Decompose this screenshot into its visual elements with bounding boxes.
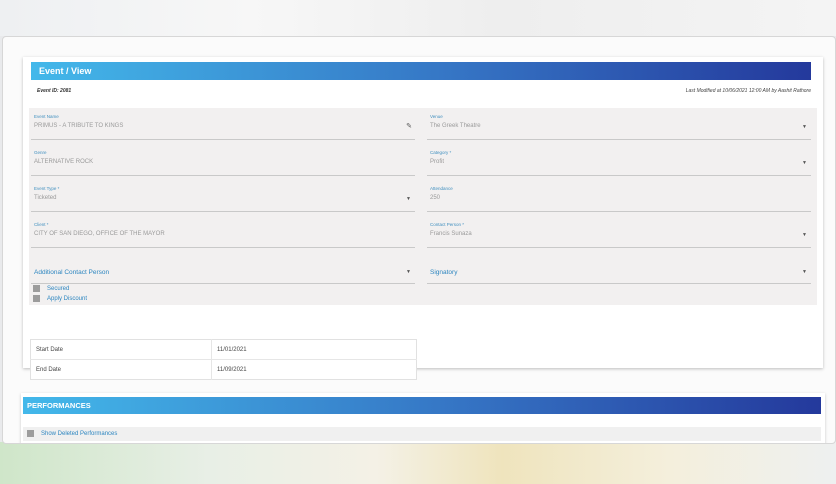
event-card: Event / View Event ID: 2081 Last Modifie… [23,57,823,380]
table-row: End Date 11/09/2021 [31,359,417,380]
end-date-label: End Date [36,366,62,373]
chevron-down-icon: ▼ [802,160,807,166]
performances-card: PERFORMANCES Show Deleted Performances [21,393,825,443]
event-type-value: Ticketed [34,195,57,201]
dates-table: Start Date 11/01/2021 End Date 11/09/202… [30,339,417,380]
table-row: Start Date 11/01/2021 [30,339,417,360]
category-label: Category * [430,150,452,155]
genre-value: ALTERNATIVE ROCK [34,159,94,165]
show-deleted-checkbox[interactable]: Show Deleted Performances [27,430,117,437]
apply-discount-checkbox[interactable]: Apply Discount [33,295,87,302]
checkbox-icon[interactable] [33,295,40,302]
category-select[interactable]: Category * Profit ▼ [427,148,811,176]
secured-checkbox[interactable]: Secured [33,285,69,292]
chevron-down-icon: ▼ [802,232,807,238]
event-section-header: Event / View [31,62,811,80]
show-deleted-row: Show Deleted Performances [23,427,821,441]
category-value: Profit [430,159,445,165]
chevron-down-icon: ▼ [802,124,807,130]
event-name-value: PRIMUS - A TRIBUTE TO KINGS [34,123,124,129]
end-date-value: 11/09/2021 [211,359,417,380]
background-top [0,0,836,36]
additional-contact-select[interactable]: Additional Contact Person ▼ [31,256,415,284]
last-modified: Last Modified at 10/06/2021 12:00 AM by … [685,88,811,94]
event-name-label: Event Name [34,114,59,119]
contact-person-label: Contact Person * [430,222,465,227]
genre-field[interactable]: Genre ALTERNATIVE ROCK [31,148,415,176]
background-bottom [0,442,836,484]
signatory-select[interactable]: Signatory ▼ [427,256,811,284]
chevron-down-icon: ▼ [802,269,807,275]
event-name-field[interactable]: Event Name PRIMUS - A TRIBUTE TO KINGS ✎ [31,112,415,140]
apply-discount-label: Apply Discount [47,296,88,303]
chevron-down-icon: ▼ [406,269,411,275]
attendance-label: Attendance [430,186,453,191]
contact-person-value: Francis Sunaza [430,231,472,237]
attendance-field[interactable]: Attendance 250 [427,184,811,212]
show-deleted-label: Show Deleted Performances [41,431,118,438]
secured-label: Secured [47,286,70,293]
client-field[interactable]: Client * CITY OF SAN DIEGO, OFFICE OF TH… [31,220,415,248]
event-type-select[interactable]: Event Type * Ticketed ▼ [31,184,415,212]
additional-contact-label: Additional Contact Person [34,269,110,276]
performances-header: PERFORMANCES [23,397,821,414]
app-window: Event / View Event ID: 2081 Last Modifie… [2,36,836,444]
checkbox-icon[interactable] [27,430,34,437]
event-type-label: Event Type * [34,186,60,191]
genre-label: Genre [34,150,47,155]
edit-icon[interactable]: ✎ [406,122,412,130]
chevron-down-icon: ▼ [406,196,411,202]
client-label: Client * [34,222,49,227]
start-date-value: 11/01/2021 [211,339,417,360]
event-id: Event ID: 2081 [37,88,72,94]
venue-select[interactable]: Venue The Greek Theatre ▼ [427,112,811,140]
venue-label: Venue [430,114,443,119]
attendance-value: 250 [430,195,441,201]
event-form: Event Name PRIMUS - A TRIBUTE TO KINGS ✎… [29,108,817,305]
start-date-label: Start Date [30,339,212,360]
contact-person-select[interactable]: Contact Person * Francis Sunaza ▼ [427,220,811,248]
client-value: CITY OF SAN DIEGO, OFFICE OF THE MAYOR [34,231,165,237]
signatory-label: Signatory [430,269,458,276]
venue-value: The Greek Theatre [430,123,481,129]
checkbox-icon[interactable] [33,285,40,292]
